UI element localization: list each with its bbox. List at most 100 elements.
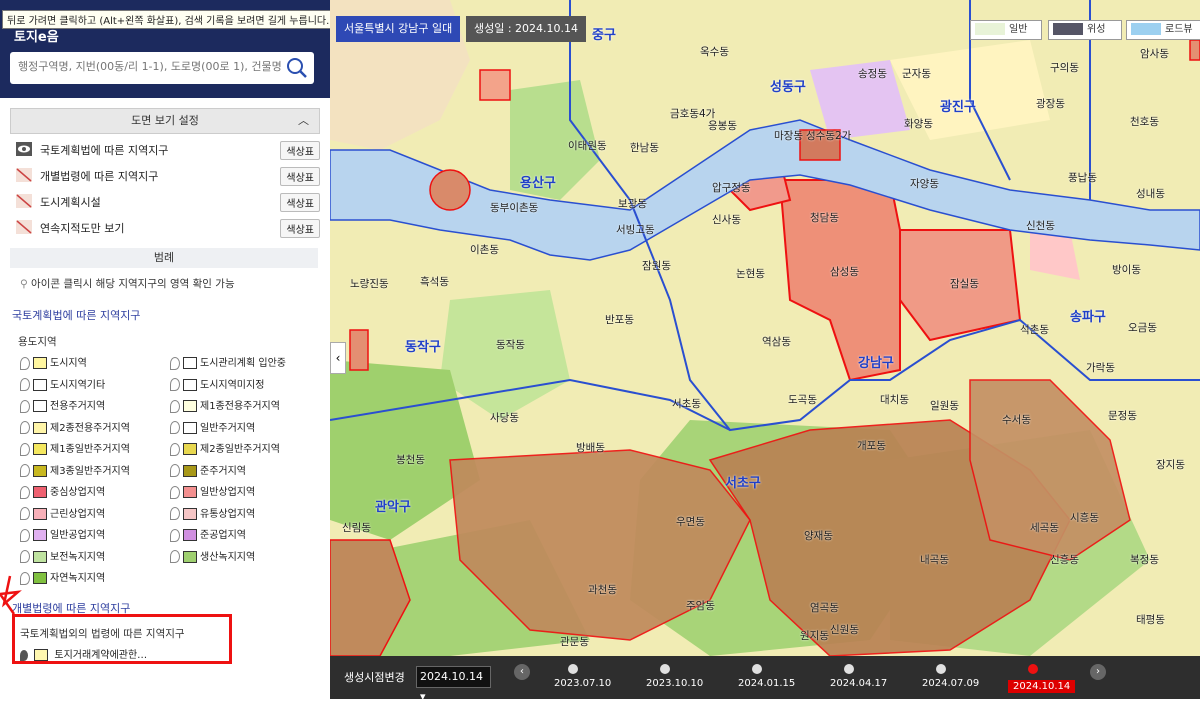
dong-label: 주암동 — [686, 600, 715, 612]
timeline-current-date[interactable]: 2024.10.14 — [1008, 680, 1076, 693]
pin-icon[interactable] — [20, 464, 30, 477]
timeline-point[interactable] — [568, 664, 578, 674]
pin-icon[interactable] — [170, 442, 180, 456]
dong-label: 방이동 — [1112, 264, 1141, 276]
pin-icon[interactable] — [170, 356, 180, 370]
timeline-point[interactable] — [844, 664, 854, 674]
legend-item[interactable]: 제3종일반주거지역 — [20, 462, 130, 478]
timeline-point[interactable] — [660, 664, 670, 674]
timeline-date-select[interactable]: 2024.10.14 ▾ — [416, 666, 491, 703]
dong-label: 암사동 — [1140, 48, 1169, 60]
district-label: 송파구 — [1070, 310, 1106, 325]
chevron-left-icon[interactable]: ‹ — [520, 666, 524, 677]
timeline-current-point[interactable] — [1028, 664, 1038, 674]
pin-icon[interactable] — [170, 528, 180, 542]
dong-label: 청담동 — [810, 212, 839, 224]
color-table-button[interactable]: 색상표 — [280, 193, 320, 212]
legend-item[interactable]: 제2종일반주거지역 — [170, 440, 280, 456]
legend-item[interactable]: 전용주거지역 — [20, 397, 105, 413]
chevron-left-icon[interactable]: ‹ — [336, 351, 341, 365]
view-settings-header[interactable]: 도면 보기 설정 ︿ — [10, 108, 320, 134]
hidden-icon[interactable] — [16, 194, 32, 208]
legend-item[interactable]: 일반상업지역 — [170, 483, 255, 499]
pin-icon[interactable] — [20, 649, 28, 661]
layer-row-urban-facilities[interactable]: 도시계획시설 색상표 — [14, 192, 320, 212]
search-icon[interactable] — [286, 57, 308, 79]
pin-icon[interactable] — [170, 421, 180, 434]
maptype-normal[interactable]: 일반 — [970, 20, 1042, 40]
pin-icon[interactable] — [170, 464, 180, 477]
pin-icon[interactable] — [20, 442, 30, 456]
legend-item[interactable]: 근린상업지역 — [20, 505, 105, 521]
pin-icon[interactable] — [20, 421, 30, 434]
timeline-prev-button[interactable]: ‹ — [514, 664, 530, 680]
maptype-roadview[interactable]: 로드뷰 — [1126, 20, 1200, 40]
timeline-date-label[interactable]: 2023.10.10 — [646, 678, 703, 689]
timeline-date-label[interactable]: 2024.07.09 — [922, 678, 979, 689]
pin-icon[interactable] — [170, 399, 180, 413]
maptype-satellite[interactable]: 위성 — [1048, 20, 1122, 40]
timeline-date-label[interactable]: 2024.04.17 — [830, 678, 887, 689]
pin-icon[interactable] — [20, 378, 30, 391]
dong-label: 원지동 — [800, 630, 829, 642]
timeline-date-label[interactable]: 2023.07.10 — [554, 678, 611, 689]
pin-icon[interactable] — [20, 507, 30, 520]
map-thumb-icon — [975, 23, 1005, 35]
color-table-button[interactable]: 색상표 — [280, 167, 320, 186]
dong-label: 석촌동 — [1020, 324, 1049, 336]
pin-icon[interactable] — [20, 356, 30, 370]
timeline-point[interactable] — [752, 664, 762, 674]
legend-item[interactable]: 제1종전용주거지역 — [170, 397, 280, 413]
hidden-icon[interactable] — [16, 220, 32, 234]
search-input[interactable] — [16, 59, 288, 74]
pin-icon[interactable] — [170, 378, 180, 391]
legend-item[interactable]: 도시지역미지정 — [170, 376, 264, 392]
layer-row-national-zones[interactable]: 국토계획법에 따른 지역지구 색상표 — [14, 140, 320, 160]
collapse-panel-button[interactable]: ‹ — [330, 342, 346, 374]
legend-item[interactable]: 제2종전용주거지역 — [20, 419, 130, 435]
legend-item[interactable]: 일반주거지역 — [170, 419, 255, 435]
legend-item[interactable]: 도시관리계획 입안중 — [170, 354, 286, 370]
layer-row-cadastral[interactable]: 연속지적도만 보기 색상표 — [14, 218, 320, 238]
chevron-right-icon[interactable]: › — [1096, 666, 1100, 677]
layer-row-individual-zones[interactable]: 개별법령에 따른 지역지구 색상표 — [14, 166, 320, 186]
legend-item[interactable]: 보전녹지지역 — [20, 548, 105, 564]
legend-item[interactable]: 준주거지역 — [170, 462, 246, 478]
legend-swatch — [34, 649, 49, 661]
timeline-date-label[interactable]: 2024.01.15 — [738, 678, 795, 689]
pin-icon[interactable] — [20, 528, 30, 542]
pin-icon[interactable] — [20, 550, 30, 563]
legend-item-land-contract[interactable]: 토지거래계약에관한… — [20, 646, 147, 662]
map-view[interactable]: 서울특별시 강남구 일대 생성일 : 2024.10.14 일반 위성 로드뷰 … — [330, 0, 1200, 699]
dong-label: 화양동 — [904, 118, 933, 130]
legend-item[interactable]: 중심상업지역 — [20, 483, 105, 499]
legend-item[interactable]: 유통상업지역 — [170, 505, 255, 521]
eye-icon[interactable] — [16, 142, 32, 156]
search-box[interactable] — [10, 52, 314, 84]
pin-icon[interactable] — [20, 571, 30, 585]
color-table-button[interactable]: 색상표 — [280, 219, 320, 238]
dong-label: 반포동 — [605, 314, 634, 326]
legend-item[interactable]: 제1종일반주거지역 — [20, 440, 130, 456]
roadview-thumb-icon — [1131, 23, 1161, 35]
hidden-icon[interactable] — [16, 168, 32, 182]
legend-item[interactable]: 생산녹지지역 — [170, 548, 255, 564]
color-table-button[interactable]: 색상표 — [280, 141, 320, 160]
dong-label: 관문동 — [560, 636, 589, 648]
timeline-point[interactable] — [936, 664, 946, 674]
pin-icon[interactable] — [170, 550, 180, 563]
legend-item[interactable]: 도시지역 — [20, 354, 87, 370]
pin-icon[interactable] — [20, 485, 30, 499]
chevron-up-icon[interactable]: ︿ — [298, 109, 309, 133]
legend-swatch — [183, 378, 197, 391]
pin-icon[interactable] — [20, 399, 30, 413]
legend-item[interactable]: 도시지역기타 — [20, 376, 105, 392]
timeline-next-button[interactable]: › — [1090, 664, 1106, 680]
pin-icon[interactable] — [170, 507, 180, 520]
dong-label: 복정동 — [1130, 554, 1159, 566]
legend-item[interactable]: 준공업지역 — [170, 526, 246, 542]
legend-item[interactable]: 일반공업지역 — [20, 526, 105, 542]
zoning-map[interactable] — [330, 0, 1200, 699]
legend-item[interactable]: 자연녹지지역 — [20, 569, 105, 585]
pin-icon[interactable] — [170, 485, 180, 499]
